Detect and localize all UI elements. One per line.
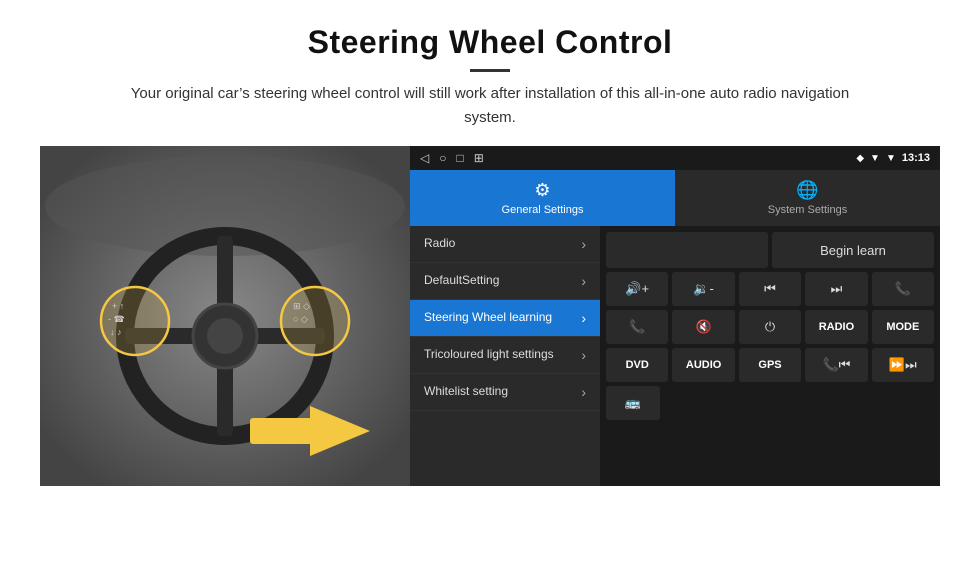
right-panel: Begin learn 🔊+ 🔉- ⏮ [600,226,940,486]
control-row-4: 🚌 [606,386,934,420]
ff-next-button[interactable]: ⏩⏭ [872,348,934,382]
title-section: Steering Wheel Control Your original car… [40,24,940,130]
left-menu: Radio › DefaultSetting › Steering Wheel … [410,226,600,486]
car-image-area: + ↑ - ☎ ↓ ♪ ⊞ ◇ ○ ◇ [40,146,410,486]
prev-track-icon: ⏮ [764,281,776,297]
svg-text:⊞ ◇: ⊞ ◇ [293,301,310,311]
svg-text:↓ ♪: ↓ ♪ [110,327,122,337]
menu-item-steering[interactable]: Steering Wheel learning › [410,300,600,337]
ff-next-icon: ⏩⏭ [889,357,917,373]
tab-general-label: General Settings [502,204,584,216]
mute-button[interactable]: 🔇 [672,310,734,344]
page-wrapper: Steering Wheel Control Your original car… [0,0,980,502]
gear-icon: ⚙ [534,180,550,201]
title-divider [470,69,510,72]
page-title: Steering Wheel Control [40,24,940,61]
control-row-3: DVD AUDIO GPS 📞⏮ ⏩⏭ [606,348,934,382]
chevron-icon: › [581,273,586,289]
phone-button-1[interactable]: 📞 [872,272,934,306]
vol-down-button[interactable]: 🔉- [672,272,734,306]
answer-icon: 📞 [629,319,645,335]
phone-prev-button[interactable]: 📞⏮ [805,348,867,382]
menu-item-whitelist[interactable]: Whitelist setting › [410,374,600,411]
begin-learn-button[interactable]: Begin learn [772,232,934,268]
home-icon[interactable]: ○ [439,151,446,165]
menu-whitelist-label: Whitelist setting [424,384,581,400]
next-track-button[interactable]: ⏭ [805,272,867,306]
menu-item-radio[interactable]: Radio › [410,226,600,263]
svg-text:+ ↑: + ↑ [112,301,124,311]
radio-button[interactable]: RADIO [805,310,867,344]
vol-up-button[interactable]: 🔊+ [606,272,668,306]
chevron-icon: › [581,347,586,363]
signal-icon: ▼ [870,153,880,164]
car-image-svg: + ↑ - ☎ ↓ ♪ ⊞ ◇ ○ ◇ [40,146,410,486]
menu-item-tricolour[interactable]: Tricoloured light settings › [410,337,600,374]
status-bar: ◁ ○ □ ⊞ ◆ ▼ ▼ 13:13 [410,146,940,170]
answer-call-button[interactable]: 📞 [606,310,668,344]
empty-box [606,232,768,268]
vol-up-icon: 🔊+ [625,281,649,297]
chevron-icon: › [581,384,586,400]
power-button[interactable]: ⏻ [739,310,801,344]
menu-radio-label: Radio [424,236,581,252]
tab-system-label: System Settings [768,204,847,216]
car-background: + ↑ - ☎ ↓ ♪ ⊞ ◇ ○ ◇ [40,146,410,486]
android-ui: ◁ ○ □ ⊞ ◆ ▼ ▼ 13:13 ⚙ General Settings [410,146,940,486]
menu-default-label: DefaultSetting [424,273,581,289]
mute-icon: 🔇 [696,319,712,335]
gps-button[interactable]: GPS [739,348,801,382]
subtitle: Your original car’s steering wheel contr… [130,82,850,130]
chevron-icon: › [581,310,586,326]
whitelist-icon-button[interactable]: 🚌 [606,386,660,420]
menu-tricolour-label: Tricoloured light settings [424,347,581,363]
prev-track-button[interactable]: ⏮ [739,272,801,306]
time-display: 13:13 [902,152,930,164]
menu-item-default[interactable]: DefaultSetting › [410,263,600,300]
mode-button[interactable]: MODE [872,310,934,344]
status-bar-right: ◆ ▼ ▼ 13:13 [856,152,930,164]
main-content: Radio › DefaultSetting › Steering Wheel … [410,226,940,486]
tab-bar: ⚙ General Settings 🌐 System Settings [410,170,940,226]
next-track-icon: ⏭ [831,281,843,297]
svg-text:- ☎: - ☎ [108,314,125,324]
recents-icon[interactable]: □ [456,151,463,165]
tab-general-settings[interactable]: ⚙ General Settings [410,170,675,226]
vol-down-icon: 🔉- [693,281,714,297]
content-area: + ↑ - ☎ ↓ ♪ ⊞ ◇ ○ ◇ ◁ ○ □ [40,146,940,486]
globe-icon: 🌐 [796,180,818,201]
power-icon: ⏻ [765,319,775,335]
dvd-button[interactable]: DVD [606,348,668,382]
phone-icon: 📞 [895,281,911,297]
control-row-2: 📞 🔇 ⏻ RADIO MODE [606,310,934,344]
phone-prev-icon: 📞⏮ [822,357,850,373]
status-bar-left: ◁ ○ □ ⊞ [420,151,484,165]
menu-icon[interactable]: ⊞ [474,151,484,165]
top-row: Begin learn [606,232,934,268]
tab-system-settings[interactable]: 🌐 System Settings [675,170,940,226]
menu-steering-label: Steering Wheel learning [424,310,581,326]
whitelist-icon: 🚌 [625,395,641,411]
wifi-icon: ▼ [886,153,896,164]
location-icon: ◆ [856,153,864,164]
control-row-1: 🔊+ 🔉- ⏮ ⏭ 📞 [606,272,934,306]
svg-text:○ ◇: ○ ◇ [293,314,308,324]
audio-button[interactable]: AUDIO [672,348,734,382]
back-icon[interactable]: ◁ [420,151,429,165]
chevron-icon: › [581,236,586,252]
